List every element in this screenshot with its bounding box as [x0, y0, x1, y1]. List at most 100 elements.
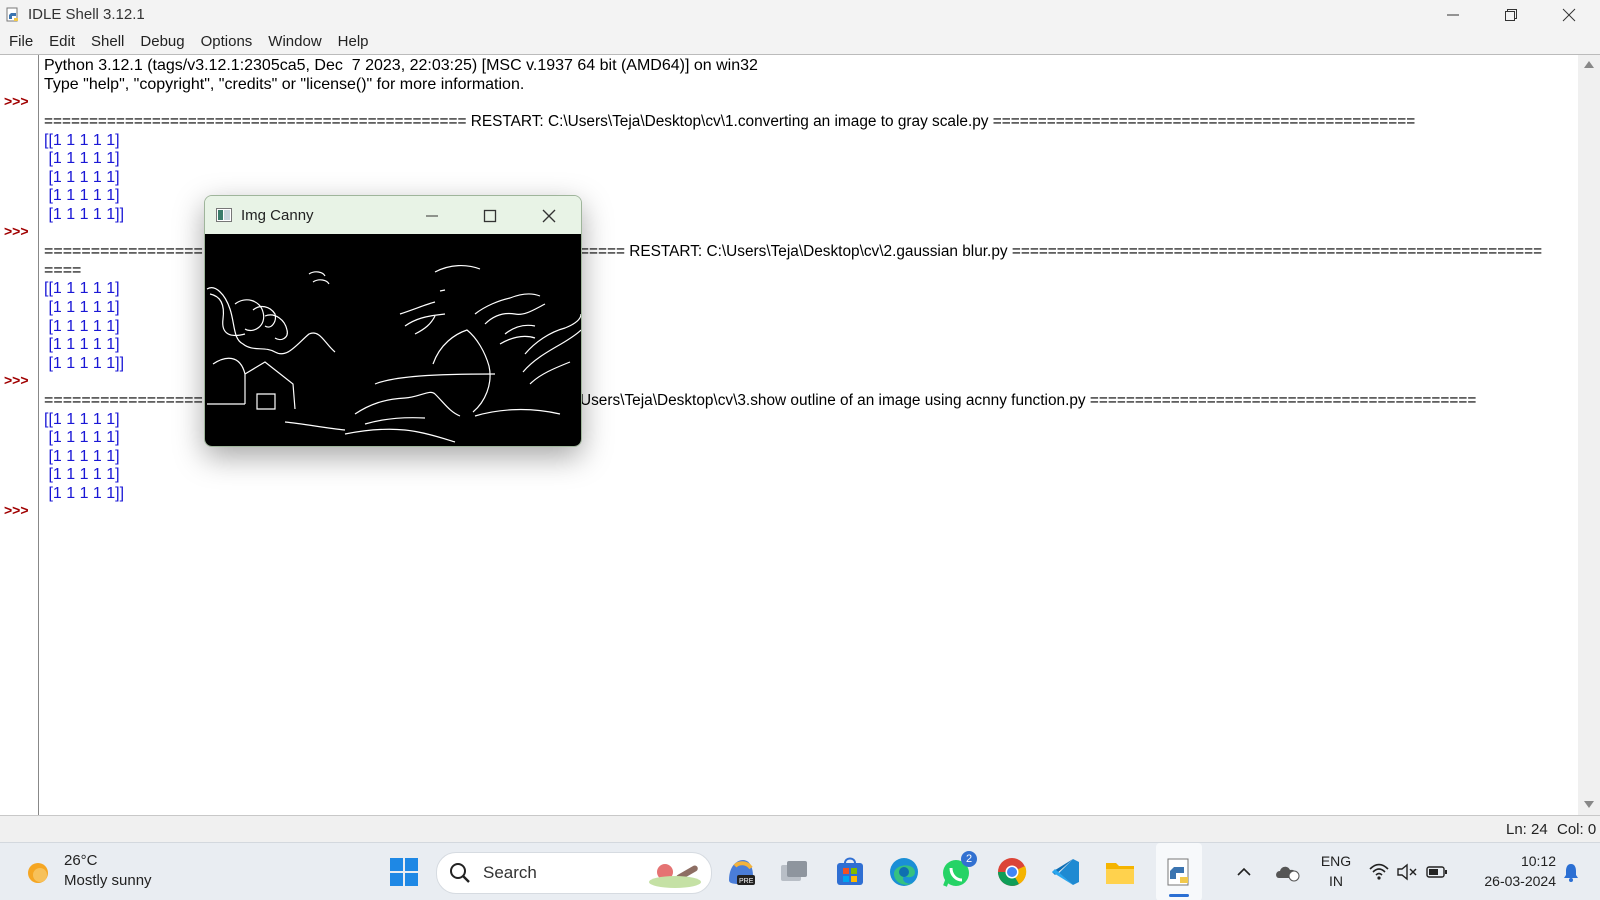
minimize-button[interactable] — [1424, 0, 1482, 30]
output-line: [[1 1 1 1 1] — [44, 132, 120, 149]
bell-icon — [1564, 864, 1578, 882]
notification-badge: 2 — [961, 851, 977, 867]
image-window-icon — [216, 208, 232, 222]
wifi-icon — [1369, 863, 1389, 880]
output-line: [1 1 1 1 1] — [44, 466, 120, 483]
close-button[interactable] — [1540, 0, 1598, 30]
task-view-app[interactable] — [775, 843, 815, 900]
restart-line: ========================================… — [44, 113, 1416, 130]
search-label: Search — [483, 863, 537, 882]
copilot-icon: PRE — [729, 860, 755, 885]
output-line: [1 1 1 1 1]] — [44, 355, 125, 372]
restart-line: ================= — [44, 392, 203, 409]
shell-prompt: >>> — [4, 93, 29, 109]
search-highlight-icon — [649, 864, 701, 888]
task-view-icon — [781, 861, 807, 881]
shell-prompt: >>> — [4, 223, 29, 239]
close-icon[interactable] — [542, 209, 556, 223]
column-indicator: Col: 0 — [1557, 821, 1597, 838]
output-line: [1 1 1 1 1] — [44, 429, 120, 446]
menu-file[interactable]: File — [0, 30, 41, 54]
copilot-pre-app[interactable]: PRE — [721, 843, 761, 900]
canny-title-bar[interactable]: Img Canny — [205, 196, 581, 234]
region-indicator[interactable]: IN — [1316, 873, 1356, 889]
restart-line: Users\Teja\Desktop\cv\3.show outline of … — [580, 392, 1477, 409]
weather-description[interactable]: Mostly sunny — [64, 872, 152, 889]
volume-muted-icon — [1397, 863, 1417, 881]
battery-icon — [1426, 866, 1447, 878]
restart-line: ===== RESTART: C:\Users\Teja\Desktop\cv\… — [580, 243, 1543, 260]
menu-shell[interactable]: Shell — [83, 30, 132, 54]
output-line: [1 1 1 1 1] — [44, 318, 120, 335]
img-canny-window[interactable]: Img Canny — [204, 195, 582, 447]
menu-debug[interactable]: Debug — [132, 30, 192, 54]
menu-options[interactable]: Options — [193, 30, 261, 54]
chrome-browser-app[interactable] — [992, 843, 1032, 900]
vscode-icon — [1052, 859, 1079, 885]
canny-window-title: Img Canny — [241, 207, 314, 224]
menu-help[interactable]: Help — [330, 30, 377, 54]
restore-icon — [1505, 9, 1517, 21]
prompt-gutter: >>> >>> >>> >>> — [0, 55, 39, 815]
idle-python-app[interactable] — [1156, 843, 1202, 900]
scroll-up-icon[interactable] — [1584, 61, 1594, 68]
restore-button[interactable] — [1482, 0, 1540, 30]
clock-date[interactable]: 26-03-2024 — [1466, 873, 1556, 889]
shell-prompt: >>> — [4, 372, 29, 388]
vscode-app[interactable] — [1046, 843, 1086, 900]
svg-text:PRE: PRE — [739, 878, 754, 885]
taskbar: 26°C Mostly sunny Search PRE 2 ENG IN 10… — [0, 842, 1600, 900]
restart-line-wrap: ==== — [44, 262, 82, 279]
close-icon — [1562, 8, 1576, 22]
maximize-icon[interactable] — [483, 209, 497, 223]
clock-time[interactable]: 10:12 — [1486, 853, 1556, 869]
output-line: [1 1 1 1 1] — [44, 150, 120, 167]
output-line: [1 1 1 1 1]] — [44, 206, 125, 223]
store-icon — [837, 857, 863, 885]
edge-outline-drawing — [206, 265, 581, 443]
network-tray[interactable] — [1366, 843, 1392, 900]
battery-tray[interactable] — [1424, 843, 1450, 900]
menu-bar: File Edit Shell Debug Options Window Hel… — [0, 30, 1600, 55]
banner-line: Python 3.12.1 (tags/v3.12.1:2305ca5, Dec… — [44, 57, 758, 74]
output-line: [[1 1 1 1 1] — [44, 411, 120, 428]
canny-edge-image — [205, 234, 581, 446]
minimize-icon[interactable] — [425, 209, 439, 223]
status-bar: Ln: 24 Col: 0 — [0, 815, 1600, 842]
file-explorer-app[interactable] — [1100, 843, 1140, 900]
search-icon — [450, 863, 470, 883]
volume-tray[interactable] — [1394, 843, 1420, 900]
language-indicator[interactable]: ENG — [1316, 853, 1356, 869]
notifications-button[interactable] — [1556, 843, 1586, 900]
edge-icon — [890, 858, 918, 886]
output-line: [1 1 1 1 1]] — [44, 485, 125, 502]
taskbar-search-box[interactable]: Search — [436, 852, 712, 894]
chrome-icon — [998, 858, 1027, 886]
menu-window[interactable]: Window — [260, 30, 329, 54]
weather-temperature[interactable]: 26°C — [64, 852, 98, 869]
microsoft-store-app[interactable] — [830, 843, 870, 900]
menu-edit[interactable]: Edit — [41, 30, 83, 54]
line-indicator: Ln: 24 — [1506, 821, 1548, 838]
scroll-down-icon[interactable] — [1584, 801, 1594, 808]
onedrive-tray[interactable] — [1272, 843, 1302, 900]
python-idle-icon — [1167, 858, 1189, 886]
weather-widget[interactable] — [18, 843, 58, 900]
start-button[interactable] — [384, 843, 424, 900]
output-line: [1 1 1 1 1] — [44, 169, 120, 186]
minimize-icon — [1447, 14, 1459, 16]
show-hidden-icons-button[interactable] — [1232, 843, 1256, 900]
chevron-up-icon — [1237, 867, 1251, 876]
edge-browser-app[interactable] — [884, 843, 924, 900]
output-line: [1 1 1 1 1] — [44, 299, 120, 316]
vertical-scrollbar[interactable] — [1578, 55, 1600, 815]
restart-line: ================= — [44, 243, 203, 260]
output-line: [[1 1 1 1 1] — [44, 280, 120, 297]
title-bar: IDLE Shell 3.12.1 — [0, 0, 1600, 30]
shell-prompt: >>> — [4, 502, 29, 518]
output-line: [1 1 1 1 1] — [44, 448, 120, 465]
folder-icon — [1106, 863, 1134, 884]
output-line: [1 1 1 1 1] — [44, 336, 120, 353]
windows-start-icon — [390, 858, 418, 886]
whatsapp-app[interactable]: 2 — [937, 843, 977, 900]
